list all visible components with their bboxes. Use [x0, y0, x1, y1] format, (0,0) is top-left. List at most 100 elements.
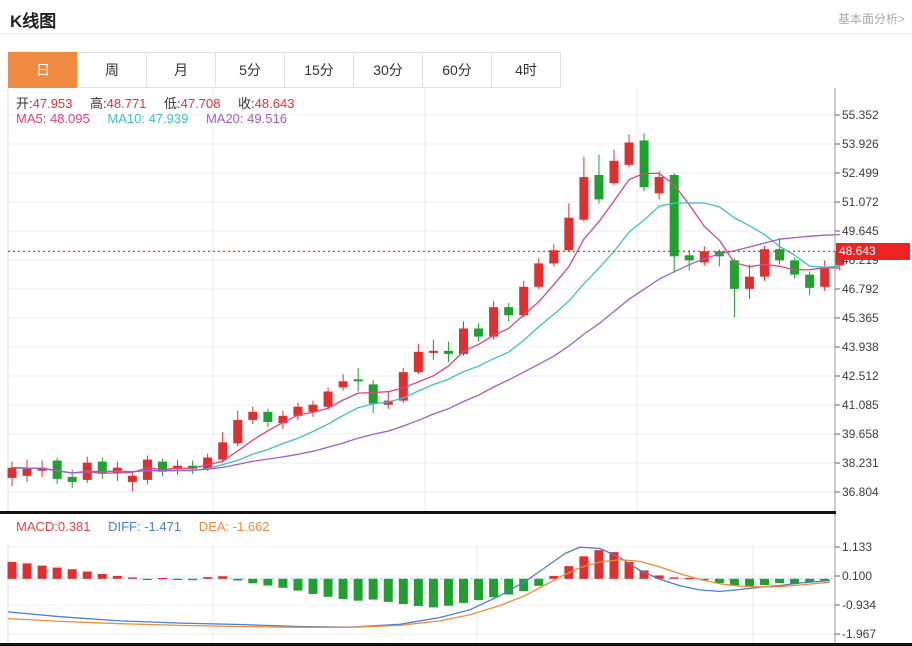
axis-label: 49.645	[842, 224, 879, 238]
macd-bar	[324, 579, 333, 597]
candle	[504, 307, 513, 315]
ma5-value: 48.095	[50, 111, 90, 126]
candle	[233, 420, 242, 443]
macd-bar	[534, 579, 543, 586]
candle	[143, 460, 152, 480]
candle	[805, 275, 814, 288]
macd-bar	[113, 576, 122, 579]
candle	[23, 469, 32, 476]
macd-bar	[128, 577, 137, 578]
ma5-label: MA5:	[16, 111, 46, 126]
dea-label: DEA:	[199, 519, 229, 534]
candle	[610, 161, 619, 183]
axis-label: -0.934	[842, 598, 876, 612]
macd-bar	[414, 579, 423, 606]
main-grid	[8, 88, 835, 512]
macd-bar	[625, 562, 634, 579]
macd-bar	[594, 550, 603, 579]
macd-bar	[369, 579, 378, 600]
macd-bar	[745, 579, 754, 587]
candle	[534, 263, 543, 286]
candle	[790, 260, 799, 274]
candle	[429, 351, 438, 353]
last-price-tag: 48.643	[836, 243, 910, 260]
ohlc-info: 开:47.953 高:48.771 低:47.708 收:48.643	[16, 93, 308, 112]
diff-value: -1.471	[144, 519, 181, 534]
macd-bar	[293, 579, 302, 591]
candle	[820, 266, 829, 286]
candles	[8, 133, 845, 491]
macd-bar	[53, 568, 62, 579]
macd-bar	[218, 576, 227, 579]
macd-bar	[23, 563, 32, 578]
macd-bar	[309, 579, 318, 594]
macd-bar	[354, 579, 363, 601]
axis-label: 38.231	[842, 456, 879, 470]
ma20-line	[12, 235, 840, 473]
macd-bar	[670, 577, 679, 578]
axis-label: 43.938	[842, 340, 879, 354]
macd-bar	[489, 579, 498, 598]
candle	[8, 468, 17, 478]
macd-bar	[158, 578, 167, 579]
macd-bar	[399, 579, 408, 604]
macd-bar	[339, 579, 348, 599]
y-axis: 55.35253.92652.49951.07249.64548.21946.7…	[835, 88, 879, 643]
candle	[549, 250, 558, 263]
macd-info: MACD:0.381 DIFF: -1.471 DEA: -1.662	[16, 519, 284, 534]
macd-bar	[248, 579, 257, 583]
candle	[579, 177, 588, 220]
candle	[354, 379, 363, 381]
macd-bar	[384, 579, 393, 602]
macd-bar	[188, 579, 197, 580]
axis-label: 36.804	[842, 485, 879, 499]
axis-label: 41.085	[842, 398, 879, 412]
macd-bar	[8, 562, 17, 579]
candle	[745, 277, 754, 289]
axis-label: 51.072	[842, 195, 879, 209]
ma20-label: MA20:	[206, 111, 244, 126]
macd-bar	[459, 579, 468, 603]
axis-label: 55.352	[842, 108, 879, 122]
macd-bar	[38, 566, 47, 579]
macd-bar	[429, 579, 438, 608]
ma5-line	[12, 173, 840, 473]
axis-label: 42.512	[842, 369, 879, 383]
candle	[760, 249, 769, 276]
macd-bar	[444, 579, 453, 606]
open-value: 47.953	[33, 96, 73, 111]
ma10-line	[12, 203, 840, 473]
candle	[474, 328, 483, 336]
candle	[68, 477, 77, 482]
candle	[519, 287, 528, 315]
axis-label: 52.499	[842, 166, 879, 180]
ma-info: MA5: 48.095 MA10: 47.939 MA20: 49.516	[16, 111, 301, 126]
axis-label: 39.658	[842, 427, 879, 441]
macd-histogram	[8, 550, 830, 607]
dea-value: -1.662	[233, 519, 270, 534]
close-label: 收:	[238, 96, 255, 111]
macd-bar	[68, 569, 77, 579]
ma10-value: 47.939	[149, 111, 189, 126]
candle	[670, 175, 679, 256]
candle	[625, 142, 634, 164]
candle	[414, 352, 423, 372]
macd-bar	[263, 579, 272, 586]
candle	[489, 307, 498, 336]
candle	[128, 476, 137, 482]
open-label: 开:	[16, 96, 33, 111]
candle	[564, 218, 573, 251]
candle	[594, 175, 603, 199]
candle	[248, 412, 257, 420]
panel-separator	[0, 511, 836, 514]
macd-value: 0.381	[58, 519, 91, 534]
macd-bar	[278, 579, 287, 588]
ma10-label: MA10:	[107, 111, 145, 126]
candle	[640, 140, 649, 187]
axis-label: 0.100	[842, 569, 872, 583]
low-value: 47.708	[181, 96, 221, 111]
candle	[655, 177, 664, 193]
macd-bar	[685, 578, 694, 579]
macd-bar	[173, 579, 182, 580]
axis-label: -1.967	[842, 627, 876, 641]
